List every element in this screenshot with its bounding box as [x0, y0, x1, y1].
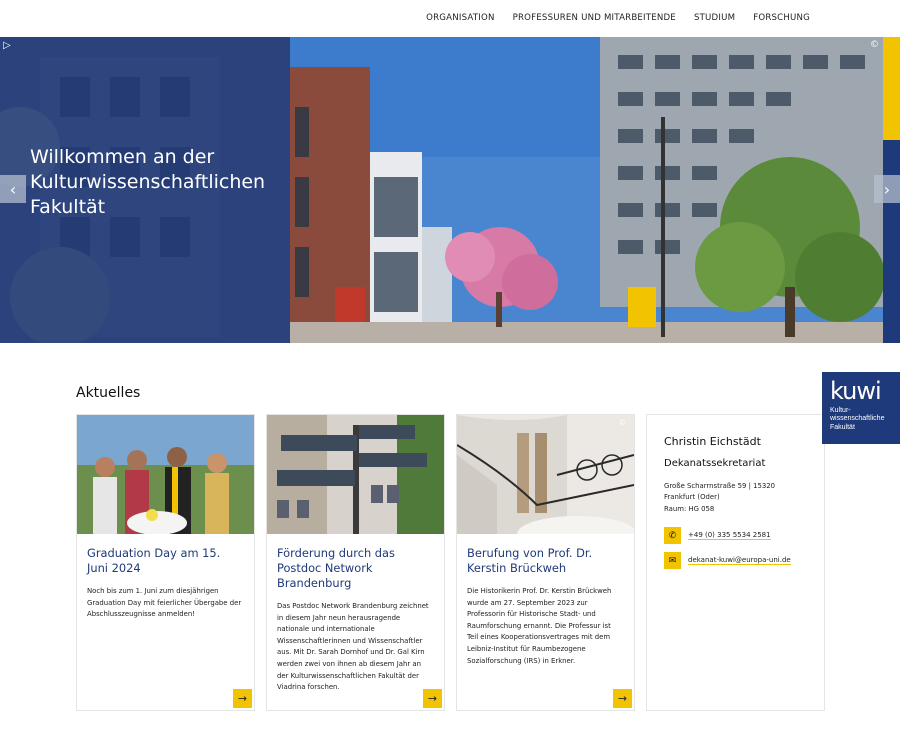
hero-title: Willkommen an der Kulturwissenschaftlich… [30, 146, 266, 218]
news-image-signposts [267, 415, 444, 534]
contact-name: Christin Eichstädt [664, 435, 761, 448]
contact-address: Große Scharrnstraße 59 | 15320 Frankfurt… [664, 481, 807, 515]
contact-email-row[interactable]: ✉ dekanat-kuwi@europa-uni.de [664, 552, 807, 570]
arrow-right-icon[interactable]: → [233, 689, 252, 708]
contact-phone-row[interactable]: ✆ +49 (0) 335 5534 2581 [664, 527, 807, 545]
hero-accent-yellow [883, 37, 900, 140]
news-card-title[interactable]: Berufung von Prof. Dr. Kerstin Brückweh [467, 546, 624, 576]
nav-menu: ORGANISATION PROFESSUREN UND MITARBEITEN… [426, 13, 810, 23]
news-card-text: Noch bis zum 1. Juni zum diesjährigen Gr… [87, 587, 242, 619]
nav-item-professuren[interactable]: PROFESSUREN UND MITARBEITENDE [513, 13, 676, 23]
nav-item-forschung[interactable]: FORSCHUNG [753, 13, 810, 23]
news-image-staircase [457, 415, 634, 534]
contact-card: Christin Eichstädt Dekanatssekretariat G… [646, 414, 825, 711]
news-cards: Graduation Day am 15. Juni 2024 Noch bis… [76, 414, 825, 711]
kuwi-logo: kuwi [830, 377, 882, 405]
nav-item-studium[interactable]: STUDIUM [694, 13, 735, 23]
chevron-left-icon[interactable]: ‹ [0, 175, 26, 203]
arrow-right-icon[interactable]: → [423, 689, 442, 708]
kuwi-subtitle: Kultur- wissenschaftliche Fakultät [830, 407, 885, 431]
arrow-right-icon[interactable]: → [613, 689, 632, 708]
news-card[interactable]: Förderung durch das Postdoc Network Bran… [266, 414, 445, 711]
news-card[interactable]: Graduation Day am 15. Juni 2024 Noch bis… [76, 414, 255, 711]
contact-room: Raum: HG 058 [664, 504, 715, 513]
section-heading-aktuelles: Aktuelles [76, 385, 141, 401]
chevron-right-icon[interactable]: › [874, 175, 900, 203]
play-icon[interactable]: ▷ [3, 40, 17, 54]
contact-role: Dekanatssekretariat [664, 458, 766, 469]
news-card-text: Das Postdoc Network Brandenburg zeichnet… [277, 602, 429, 692]
contact-phone[interactable]: +49 (0) 335 5534 2581 [688, 531, 771, 541]
news-card[interactable]: © Berufung von Prof. Dr. Kerstin Brückwe… [456, 414, 635, 711]
contact-email[interactable]: dekanat-kuwi@europa-uni.de [688, 556, 791, 566]
news-card-title[interactable]: Förderung durch das Postdoc Network Bran… [277, 546, 434, 591]
phone-icon: ✆ [664, 527, 681, 545]
hero-slider: Willkommen an der Kulturwissenschaftlich… [0, 37, 900, 343]
envelope-icon: ✉ [664, 552, 681, 570]
copyright-icon: © [870, 40, 879, 50]
nav-item-organisation[interactable]: ORGANISATION [426, 13, 494, 23]
top-navigation: ORGANISATION PROFESSUREN UND MITARBEITEN… [0, 0, 900, 37]
contact-address-line: Große Scharrnstraße 59 | 15320 Frankfurt… [664, 482, 776, 502]
kuwi-logo-badge[interactable]: kuwi Kultur- wissenschaftliche Fakultät [822, 372, 900, 444]
news-card-text: Die Historikerin Prof. Dr. Kerstin Brück… [467, 587, 612, 665]
news-card-title[interactable]: Graduation Day am 15. Juni 2024 [87, 546, 244, 576]
copyright-icon: © [619, 419, 626, 427]
news-image-graduation [77, 415, 254, 534]
hero-accent-blue [883, 140, 900, 343]
